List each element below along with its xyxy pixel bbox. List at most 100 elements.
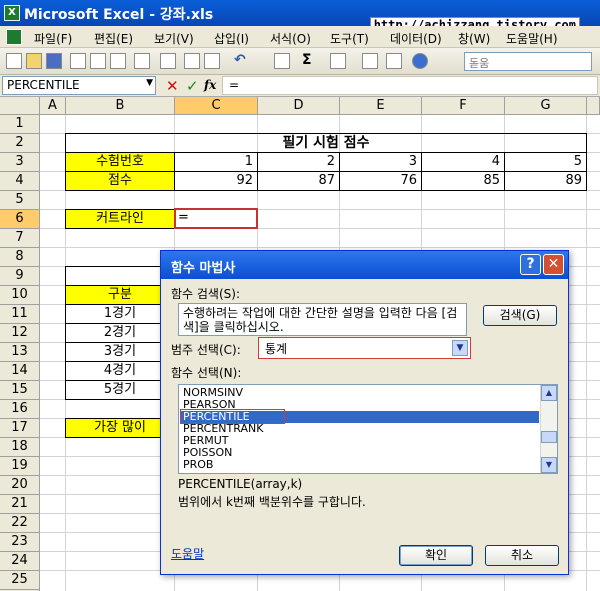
- row-header-1[interactable]: 1: [0, 115, 40, 134]
- row-header-13[interactable]: 13: [0, 343, 40, 362]
- row-header-20[interactable]: 20: [0, 476, 40, 495]
- score-label[interactable]: 점수: [65, 171, 175, 191]
- row-header-17[interactable]: 17: [0, 419, 40, 438]
- menu-help[interactable]: 도움말(H): [506, 30, 558, 47]
- sort-icon[interactable]: [330, 53, 346, 69]
- help-link[interactable]: 도움말: [171, 545, 204, 562]
- chart-wizard-icon[interactable]: [362, 53, 378, 69]
- category-cell[interactable]: 3경기: [65, 342, 175, 362]
- function-item[interactable]: POISSON: [181, 447, 539, 459]
- column-header-a[interactable]: A: [40, 97, 66, 115]
- row-header-22[interactable]: 22: [0, 514, 40, 533]
- exam-number-cell[interactable]: 4: [421, 152, 505, 172]
- scroll-up-icon[interactable]: ▲: [541, 385, 557, 401]
- category-header[interactable]: 구분: [65, 285, 175, 305]
- open-folder-icon[interactable]: [26, 53, 42, 69]
- function-item[interactable]: PERMUT: [181, 435, 539, 447]
- cancel-button[interactable]: 취소: [485, 545, 559, 566]
- column-header-d[interactable]: D: [258, 97, 340, 115]
- function-item[interactable]: PERCENTRANK: [181, 423, 539, 435]
- chevron-down-icon[interactable]: ▼: [146, 78, 153, 88]
- ok-button[interactable]: 확인: [399, 545, 473, 566]
- hyperlink-icon[interactable]: [274, 53, 290, 69]
- exam-number-label[interactable]: 수험번호: [65, 152, 175, 172]
- row-header-21[interactable]: 21: [0, 495, 40, 514]
- search-button[interactable]: 검색(G): [483, 305, 557, 326]
- row-header-11[interactable]: 11: [0, 305, 40, 324]
- menu-view[interactable]: 보기(V): [154, 30, 194, 47]
- select-all-corner[interactable]: [0, 97, 40, 115]
- dialog-close-button[interactable]: ✕: [543, 254, 564, 275]
- drawing-icon[interactable]: [386, 53, 402, 69]
- row-header-2[interactable]: 2: [0, 134, 40, 153]
- menu-tools[interactable]: 도구(T): [330, 30, 369, 47]
- workbook-icon[interactable]: [6, 29, 22, 45]
- enter-icon[interactable]: ✓: [186, 77, 199, 95]
- row-header-3[interactable]: 3: [0, 153, 40, 172]
- menu-file[interactable]: 파일(F): [34, 30, 72, 47]
- menu-window[interactable]: 창(W): [458, 30, 490, 47]
- row-header-18[interactable]: 18: [0, 438, 40, 457]
- menu-data[interactable]: 데이터(D): [390, 30, 442, 47]
- category-cell[interactable]: 4경기: [65, 361, 175, 381]
- category-cell[interactable]: 2경기: [65, 323, 175, 343]
- cut-icon[interactable]: [184, 53, 200, 69]
- function-search-input[interactable]: 수행하려는 작업에 대한 간단한 설명을 입력한 다음 [검색]을 클릭하십시오…: [178, 303, 467, 336]
- exam-number-cell[interactable]: 1: [174, 152, 258, 172]
- function-list[interactable]: NORMSINV PEARSON PERCENTILE PERCENTRANK …: [178, 384, 558, 474]
- help-icon[interactable]: [412, 53, 428, 69]
- chevron-down-icon[interactable]: ▼: [452, 340, 468, 356]
- score-cell[interactable]: 85: [421, 171, 505, 191]
- column-header-c[interactable]: C: [175, 97, 258, 115]
- category-cell[interactable]: 1경기: [65, 304, 175, 324]
- row-header-12[interactable]: 12: [0, 324, 40, 343]
- new-file-icon[interactable]: [6, 53, 22, 69]
- autosum-icon[interactable]: Σ: [302, 52, 312, 68]
- most-label[interactable]: 가장 많이: [65, 418, 175, 438]
- row-header-16[interactable]: 16: [0, 400, 40, 419]
- scroll-thumb[interactable]: [541, 431, 557, 443]
- email-icon[interactable]: [90, 53, 106, 69]
- row-header-6[interactable]: 6: [0, 210, 40, 229]
- name-box[interactable]: PERCENTILE ▼: [2, 76, 156, 95]
- score-cell[interactable]: 87: [257, 171, 340, 191]
- row-header-15[interactable]: 15: [0, 381, 40, 400]
- row-header-23[interactable]: 23: [0, 533, 40, 552]
- sheet-title[interactable]: 필기 시험 점수: [65, 133, 587, 153]
- scroll-down-icon[interactable]: ▼: [541, 457, 557, 473]
- row-header-7[interactable]: 7: [0, 229, 40, 248]
- score-cell[interactable]: 92: [174, 171, 258, 191]
- row-header-4[interactable]: 4: [0, 172, 40, 191]
- print-icon[interactable]: [110, 53, 126, 69]
- column-header-b[interactable]: B: [66, 97, 175, 115]
- undo-icon[interactable]: ↶: [234, 52, 246, 68]
- row-header-19[interactable]: 19: [0, 457, 40, 476]
- column-header-f[interactable]: F: [422, 97, 505, 115]
- category-select[interactable]: 통계 ▼: [258, 337, 471, 359]
- score-cell[interactable]: 76: [339, 171, 422, 191]
- column-header-h[interactable]: [587, 97, 600, 115]
- dialog-title-bar[interactable]: 함수 마법사 ? ✕: [161, 251, 568, 279]
- cancel-icon[interactable]: ✕: [166, 77, 179, 95]
- category-cell[interactable]: 5경기: [65, 380, 175, 400]
- font-box[interactable]: 돋움: [464, 52, 592, 71]
- column-header-g[interactable]: G: [505, 97, 587, 115]
- print-preview-icon[interactable]: [134, 53, 150, 69]
- paste-icon[interactable]: [204, 53, 220, 69]
- score-cell[interactable]: 89: [504, 171, 587, 191]
- formula-input[interactable]: =: [222, 76, 598, 95]
- exam-number-cell[interactable]: 3: [339, 152, 422, 172]
- menu-format[interactable]: 서식(O): [270, 30, 311, 47]
- dialog-help-button[interactable]: ?: [520, 254, 541, 275]
- row-header-14[interactable]: 14: [0, 362, 40, 381]
- row-header-10[interactable]: 10: [0, 286, 40, 305]
- permission-icon[interactable]: [70, 53, 86, 69]
- row-header-8[interactable]: 8: [0, 248, 40, 267]
- save-icon[interactable]: [46, 53, 62, 69]
- row-header-25[interactable]: 25: [0, 571, 40, 590]
- category-blank-cell[interactable]: [65, 266, 175, 286]
- menu-insert[interactable]: 삽입(I): [214, 30, 249, 47]
- insert-function-icon[interactable]: fx: [204, 78, 216, 92]
- row-header-5[interactable]: 5: [0, 191, 40, 210]
- function-item[interactable]: PROB: [181, 459, 539, 471]
